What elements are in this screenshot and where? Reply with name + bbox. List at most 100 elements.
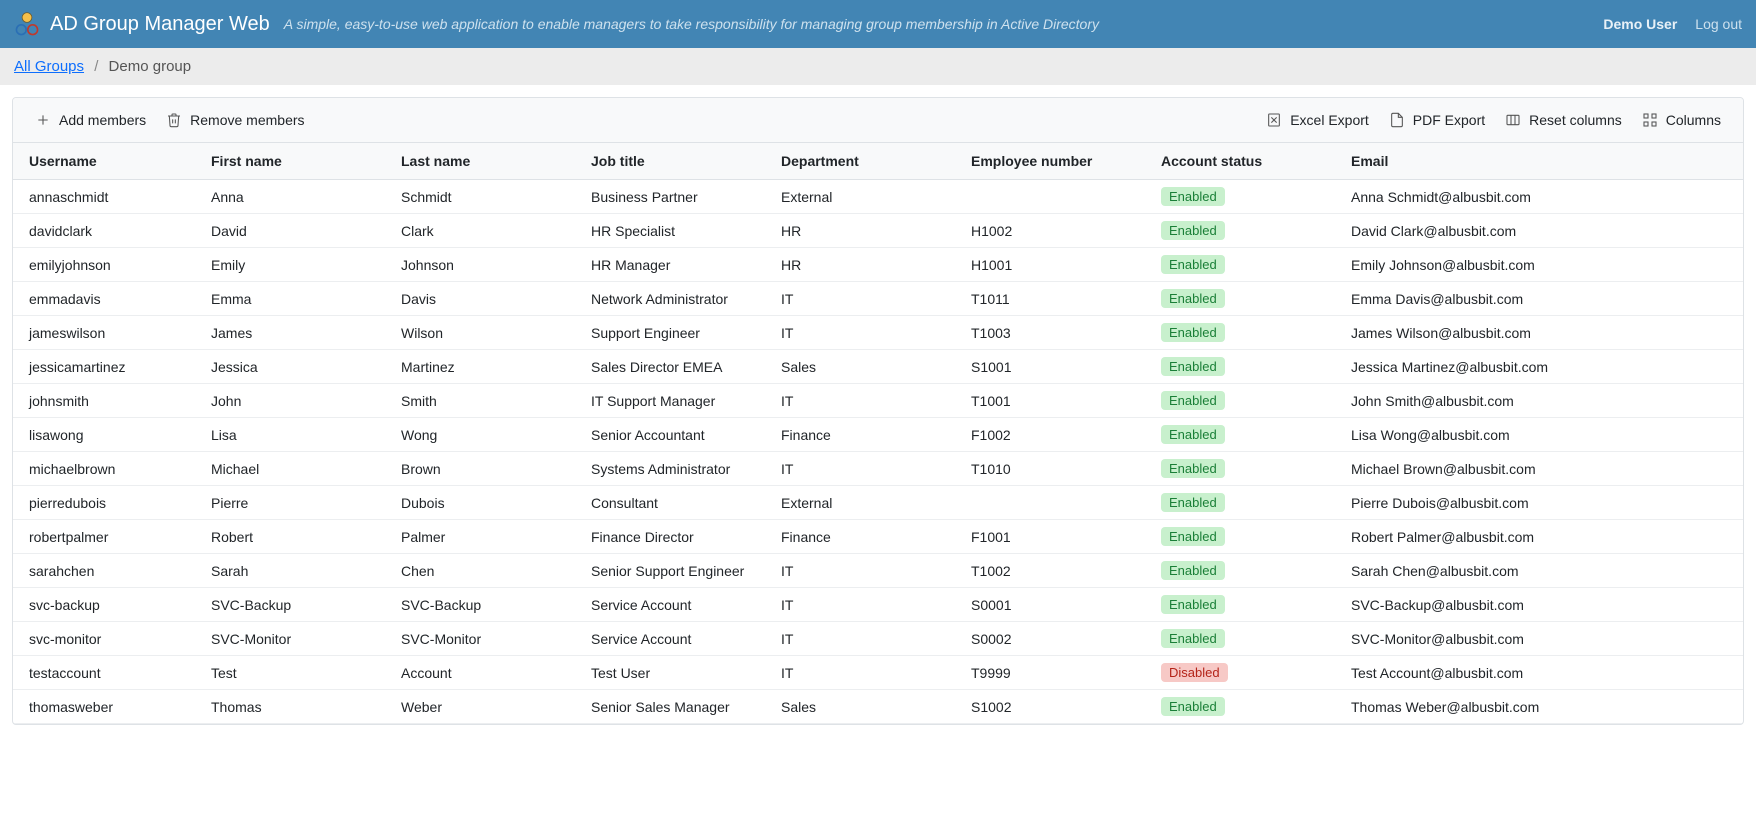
pdf-export-button[interactable]: PDF Export [1379, 106, 1495, 134]
cell-username: annaschmidt [13, 180, 203, 214]
cell-firstname: Anna [203, 180, 393, 214]
cell-lastname: Schmidt [393, 180, 583, 214]
breadcrumb-root-link[interactable]: All Groups [14, 58, 84, 75]
cell-firstname: David [203, 214, 393, 248]
table-row[interactable]: lisawongLisaWongSenior AccountantFinance… [13, 418, 1743, 452]
col-header-jobtitle[interactable]: Job title [583, 143, 773, 180]
table-row[interactable]: michaelbrownMichaelBrownSystems Administ… [13, 452, 1743, 486]
cell-jobtitle: Test User [583, 656, 773, 690]
status-badge: Enabled [1161, 187, 1225, 206]
toolbar: Add members Remove members Excel Export … [13, 98, 1743, 143]
cell-empnum: T1011 [963, 282, 1153, 316]
columns-label: Columns [1666, 112, 1721, 128]
current-user[interactable]: Demo User [1603, 16, 1677, 32]
cell-email: Pierre Dubois@albusbit.com [1343, 486, 1743, 520]
table-row[interactable]: davidclarkDavidClarkHR SpecialistHRH1002… [13, 214, 1743, 248]
cell-dept: Sales [773, 350, 963, 384]
cell-email: Robert Palmer@albusbit.com [1343, 520, 1743, 554]
cell-firstname: Robert [203, 520, 393, 554]
cell-lastname: Davis [393, 282, 583, 316]
cell-jobtitle: Senior Sales Manager [583, 690, 773, 724]
cell-empnum: T1003 [963, 316, 1153, 350]
cell-jobtitle: Service Account [583, 588, 773, 622]
cell-dept: IT [773, 282, 963, 316]
table-row[interactable]: johnsmithJohnSmithIT Support ManagerITT1… [13, 384, 1743, 418]
cell-empnum: T9999 [963, 656, 1153, 690]
cell-empnum: S0002 [963, 622, 1153, 656]
status-badge: Enabled [1161, 493, 1225, 512]
col-header-empnum[interactable]: Employee number [963, 143, 1153, 180]
columns-button[interactable]: Columns [1632, 106, 1731, 134]
cell-lastname: Clark [393, 214, 583, 248]
cell-lastname: Wilson [393, 316, 583, 350]
cell-lastname: Chen [393, 554, 583, 588]
table-row[interactable]: emilyjohnsonEmilyJohnsonHR ManagerHRH100… [13, 248, 1743, 282]
cell-jobtitle: HR Specialist [583, 214, 773, 248]
remove-members-button[interactable]: Remove members [156, 106, 314, 134]
members-panel: Add members Remove members Excel Export … [12, 97, 1744, 725]
cell-firstname: Thomas [203, 690, 393, 724]
cell-firstname: Sarah [203, 554, 393, 588]
col-header-firstname[interactable]: First name [203, 143, 393, 180]
cell-firstname: James [203, 316, 393, 350]
status-badge: Enabled [1161, 289, 1225, 308]
cell-dept: HR [773, 248, 963, 282]
reset-columns-button[interactable]: Reset columns [1495, 106, 1632, 134]
excel-export-button[interactable]: Excel Export [1256, 106, 1379, 134]
cell-lastname: Weber [393, 690, 583, 724]
table-row[interactable]: svc-monitorSVC-MonitorSVC-MonitorService… [13, 622, 1743, 656]
cell-firstname: John [203, 384, 393, 418]
cell-jobtitle: HR Manager [583, 248, 773, 282]
status-badge: Enabled [1161, 221, 1225, 240]
cell-jobtitle: Consultant [583, 486, 773, 520]
app-logo-icon [14, 11, 40, 37]
topbar: AD Group Manager Web A simple, easy-to-u… [0, 0, 1756, 48]
cell-empnum: T1002 [963, 554, 1153, 588]
cell-jobtitle: Finance Director [583, 520, 773, 554]
col-header-username[interactable]: Username [13, 143, 203, 180]
cell-dept: Finance [773, 520, 963, 554]
table-row[interactable]: testaccountTestAccountTest UserITT9999Di… [13, 656, 1743, 690]
reset-icon [1505, 112, 1521, 128]
cell-lastname: SVC-Backup [393, 588, 583, 622]
cell-status: Enabled [1153, 486, 1343, 520]
cell-lastname: Smith [393, 384, 583, 418]
table-row[interactable]: robertpalmerRobertPalmerFinance Director… [13, 520, 1743, 554]
status-badge: Enabled [1161, 323, 1225, 342]
cell-dept: IT [773, 316, 963, 350]
cell-email: SVC-Backup@albusbit.com [1343, 588, 1743, 622]
status-badge: Enabled [1161, 697, 1225, 716]
cell-jobtitle: IT Support Manager [583, 384, 773, 418]
cell-lastname: Brown [393, 452, 583, 486]
col-header-email[interactable]: Email [1343, 143, 1743, 180]
cell-status: Enabled [1153, 316, 1343, 350]
col-header-dept[interactable]: Department [773, 143, 963, 180]
col-header-status[interactable]: Account status [1153, 143, 1343, 180]
table-row[interactable]: svc-backupSVC-BackupSVC-BackupService Ac… [13, 588, 1743, 622]
cell-dept: HR [773, 214, 963, 248]
cell-firstname: Jessica [203, 350, 393, 384]
cell-lastname: SVC-Monitor [393, 622, 583, 656]
table-row[interactable]: thomasweberThomasWeberSenior Sales Manag… [13, 690, 1743, 724]
cell-username: emilyjohnson [13, 248, 203, 282]
logout-link[interactable]: Log out [1695, 16, 1742, 32]
table-row[interactable]: jessicamartinezJessicaMartinezSales Dire… [13, 350, 1743, 384]
cell-dept: IT [773, 554, 963, 588]
table-row[interactable]: sarahchenSarahChenSenior Support Enginee… [13, 554, 1743, 588]
cell-status: Enabled [1153, 418, 1343, 452]
table-row[interactable]: pierreduboisPierreDuboisConsultantExtern… [13, 486, 1743, 520]
members-table: Username First name Last name Job title … [13, 143, 1743, 724]
status-badge: Enabled [1161, 357, 1225, 376]
cell-email: James Wilson@albusbit.com [1343, 316, 1743, 350]
cell-email: Emily Johnson@albusbit.com [1343, 248, 1743, 282]
cell-jobtitle: Service Account [583, 622, 773, 656]
app-tagline: A simple, easy-to-use web application to… [284, 16, 1604, 32]
table-row[interactable]: annaschmidtAnnaSchmidtBusiness PartnerEx… [13, 180, 1743, 214]
table-row[interactable]: emmadavisEmmaDavisNetwork AdministratorI… [13, 282, 1743, 316]
pdf-icon [1389, 112, 1405, 128]
cell-username: emmadavis [13, 282, 203, 316]
col-header-lastname[interactable]: Last name [393, 143, 583, 180]
table-row[interactable]: jameswilsonJamesWilsonSupport EngineerIT… [13, 316, 1743, 350]
add-members-button[interactable]: Add members [25, 106, 156, 134]
cell-lastname: Palmer [393, 520, 583, 554]
